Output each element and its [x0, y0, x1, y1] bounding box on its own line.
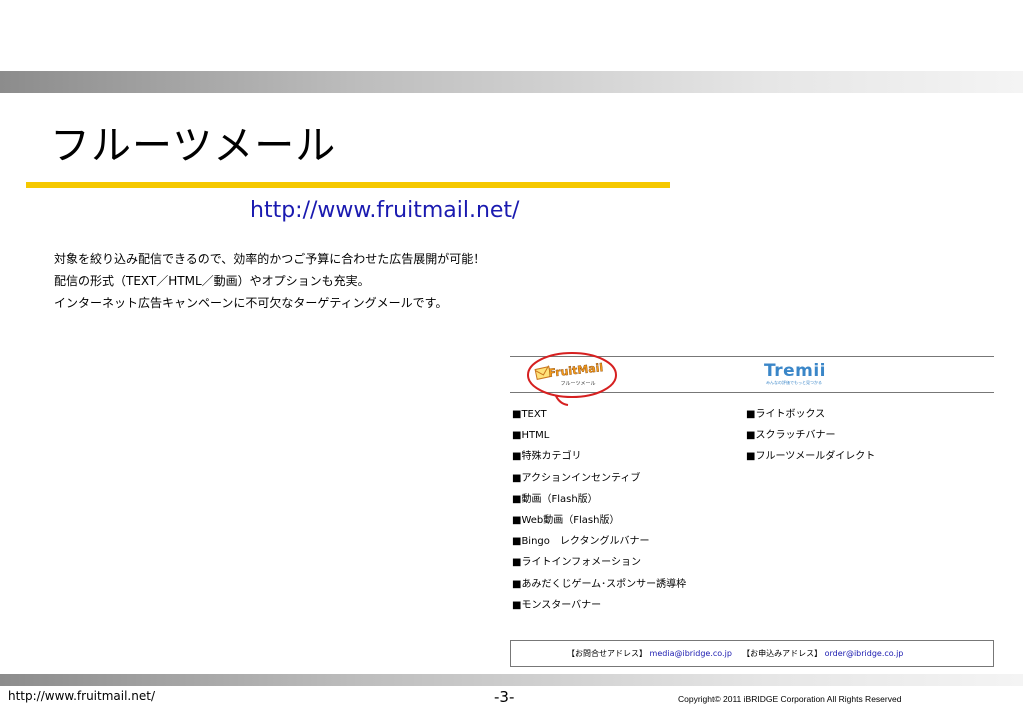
fruitmail-logo: FruitMail フルーツメール [527, 352, 617, 406]
footer-url-link[interactable]: http://www.fruitmail.net/ [8, 689, 155, 703]
order-email-link[interactable]: order@ibridge.co.jp [825, 649, 904, 658]
list-item: ■動画（Flash版） [512, 493, 598, 505]
list-item: ■スクラッチバナー [746, 430, 836, 442]
fruitmail-subtitle: フルーツメール [561, 381, 596, 387]
list-item: ■Bingo レクタングルバナー [512, 536, 650, 548]
list-item: ■フルーツメールダイレクト [746, 451, 876, 463]
inquiry-label: 【お問合せアドレス】 [567, 649, 647, 658]
format-list-right: ■ライトボックス ■スクラッチバナー ■フルーツメールダイレクト [746, 404, 875, 468]
list-item: ■特殊カテゴリ [512, 451, 582, 463]
list-item: ■HTML [512, 430, 550, 442]
tremii-wordmark: Tremii [764, 361, 827, 381]
copyright-text: Copyright© 2011 iBRIDGE Corporation All … [678, 694, 902, 704]
intro-line: 対象を絞り込み配信できるので、効率的かつご予算に合わせた広告展開が可能！ [54, 252, 486, 266]
page-number: -3- [494, 688, 515, 706]
intro-line: 配信の形式（TEXT／HTML／動画）やオプションも充実。 [54, 274, 370, 288]
list-item: ■モンスターバナー [512, 599, 602, 611]
service-url-link[interactable]: http://www.fruitmail.net/ [250, 198, 519, 223]
list-item: ■アクションインセンティブ [512, 472, 641, 484]
footer-band [0, 674, 1023, 686]
tremii-logo: Tremii みんなの評価でもっと見つかる [764, 361, 827, 388]
list-item: ■あみだくじゲーム･スポンサー誘導枠 [512, 578, 687, 590]
inquiry-email-link[interactable]: media@ibridge.co.jp [650, 649, 732, 658]
title-underline [26, 182, 670, 188]
tremii-subtitle: みんなの評価でもっと見つかる [766, 380, 822, 385]
contact-line: 【お問合せアドレス】 media@ibridge.co.jp 【お申込みアドレス… [567, 641, 903, 666]
list-item: ■ライトボックス [746, 409, 826, 420]
list-item: ■Web動画（Flash版） [512, 515, 620, 527]
page-title: フルーツメール [50, 123, 337, 169]
list-item: ■ライトインフォメーション [512, 557, 641, 569]
header-band [0, 71, 1023, 93]
order-label: 【お申込みアドレス】 [742, 649, 823, 658]
list-item: ■TEXT [512, 409, 547, 420]
fruitmail-wordmark: FruitMail [548, 361, 604, 380]
intro-text: 対象を絞り込み配信できるので、効率的かつご予算に合わせた広告展開が可能！ 配信の… [54, 248, 485, 314]
intro-line: インターネット広告キャンペーンに不可欠なターゲティングメールです。 [54, 296, 448, 310]
contact-box: 【お問合せアドレス】 media@ibridge.co.jp 【お申込みアドレス… [510, 640, 994, 667]
format-list-left: ■TEXT ■HTML ■特殊カテゴリ ■アクションインセンティブ ■動画（Fl… [512, 404, 686, 616]
